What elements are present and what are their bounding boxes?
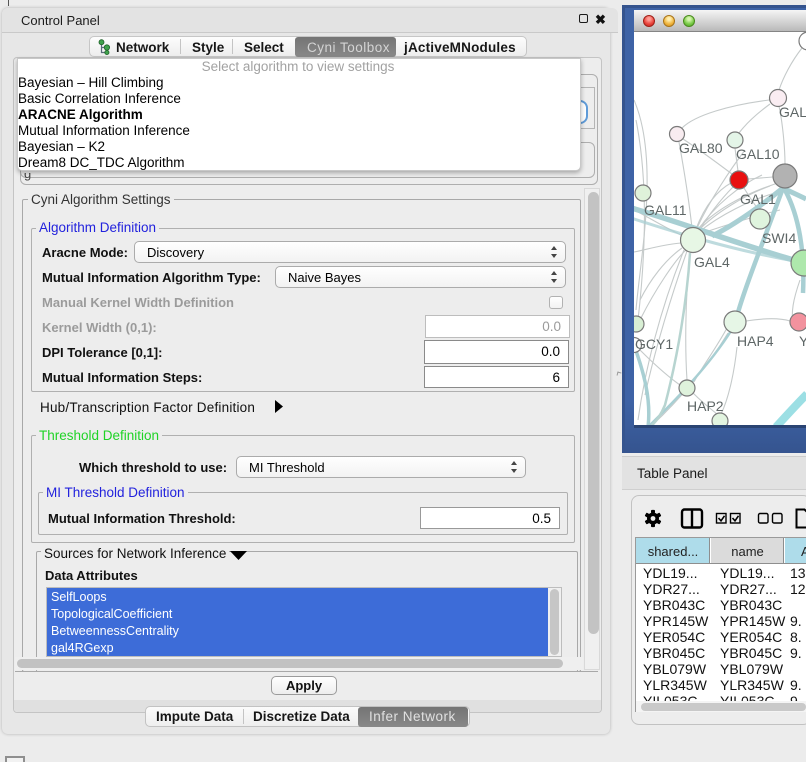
svg-text:GAL80: GAL80 [679,140,723,156]
svg-text:GAL1: GAL1 [740,191,776,207]
svg-text:GAL4: GAL4 [694,254,730,270]
svg-text:GAL: GAL [779,104,806,120]
svg-text:GAL10: GAL10 [736,146,780,162]
svg-text:HAP2: HAP2 [687,398,724,414]
svg-text:GCY1: GCY1 [635,336,673,352]
svg-text:GAL11: GAL11 [644,202,687,218]
svg-text:HAP4: HAP4 [737,333,774,349]
svg-text:Y: Y [799,333,806,349]
svg-text:SWI4: SWI4 [762,230,796,246]
